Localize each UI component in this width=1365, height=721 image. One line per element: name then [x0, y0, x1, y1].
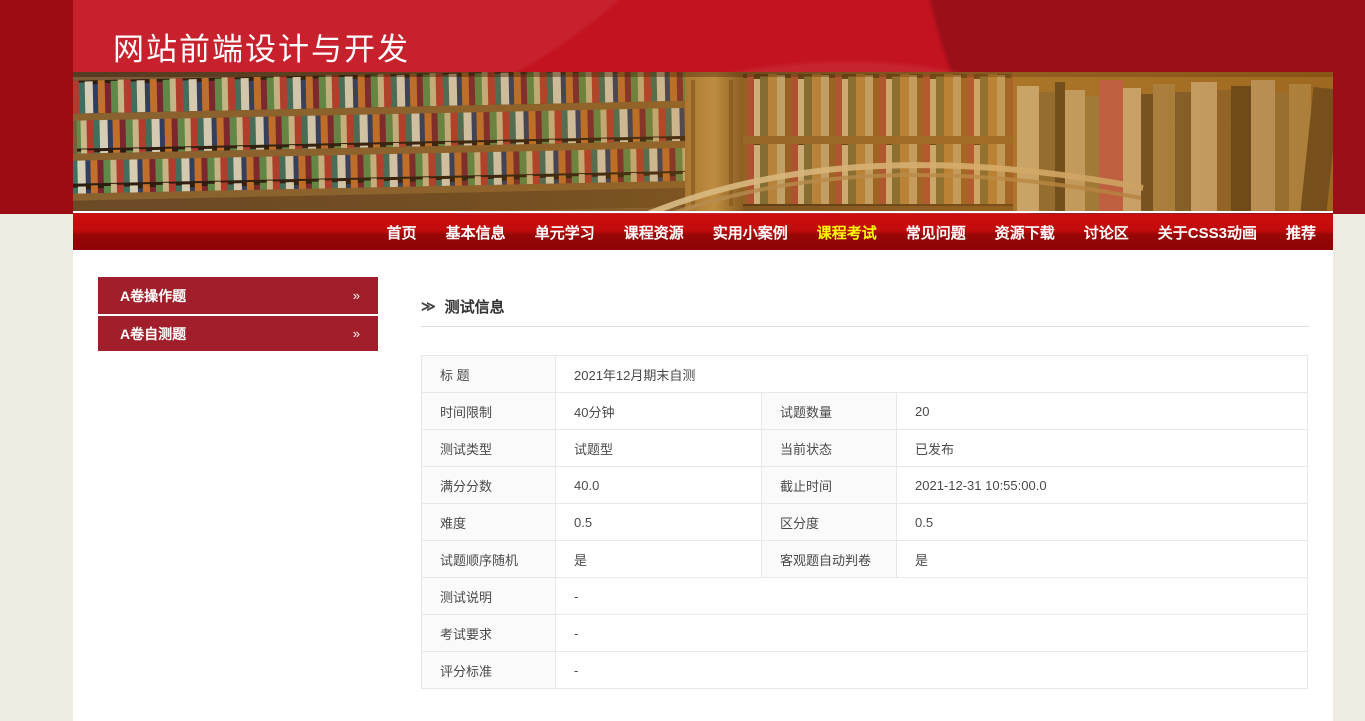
field-label-cell: 标 题: [422, 356, 556, 393]
field-value-cell: 2021-12-31 10:55:00.0: [897, 467, 1308, 504]
section-title-text: 测试信息: [445, 296, 505, 317]
sidebar-item-a-paper-selftest[interactable]: A卷自测题 »: [98, 314, 378, 351]
field-label-cell: 截止时间: [762, 467, 897, 504]
double-chevron-icon: »: [353, 288, 358, 303]
sidebar-item-label: A卷自测题: [120, 324, 186, 344]
field-label-cell: 当前状态: [762, 430, 897, 467]
field-value-cell: 40分钟: [556, 393, 762, 430]
table-row: 考试要求 -: [422, 615, 1308, 652]
site-title: 网站前端设计与开发: [113, 24, 410, 69]
field-value-cell: 0.5: [556, 504, 762, 541]
test-info-table: 标 题 2021年12月期末自测 时间限制 40分钟 试题数量 20 测试类型 …: [421, 355, 1308, 689]
table-row: 满分分数 40.0 截止时间 2021-12-31 10:55:00.0: [422, 467, 1308, 504]
field-value-cell: 40.0: [556, 467, 762, 504]
nav-item-course-exam[interactable]: 课程考试: [817, 222, 877, 243]
field-value-cell: 是: [897, 541, 1308, 578]
field-label-cell: 测试类型: [422, 430, 556, 467]
field-label-cell: 客观题自动判卷: [762, 541, 897, 578]
main-content-area: A卷操作题 » A卷自测题 » ≫ 测试信息 标 题 2021年12月期末自测 …: [73, 250, 1333, 721]
field-value-cell: 0.5: [897, 504, 1308, 541]
nav-item-recommend[interactable]: 推荐: [1286, 222, 1316, 243]
field-label-cell: 考试要求: [422, 615, 556, 652]
double-chevron-icon: »: [353, 326, 358, 341]
field-label-cell: 时间限制: [422, 393, 556, 430]
sidebar-item-label: A卷操作题: [120, 286, 186, 306]
table-row: 时间限制 40分钟 试题数量 20: [422, 393, 1308, 430]
field-label-cell: 评分标准: [422, 652, 556, 689]
table-row: 测试类型 试题型 当前状态 已发布: [422, 430, 1308, 467]
field-label-cell: 试题顺序随机: [422, 541, 556, 578]
field-value-cell: -: [556, 615, 1308, 652]
left-red-strip: [0, 0, 73, 214]
section-marker-icon: ≫: [421, 298, 436, 315]
nav-item-downloads[interactable]: 资源下载: [995, 222, 1055, 243]
table-row: 难度 0.5 区分度 0.5: [422, 504, 1308, 541]
field-value-cell: 已发布: [897, 430, 1308, 467]
sidebar-menu: A卷操作题 » A卷自测题 »: [98, 277, 378, 351]
field-value-cell: -: [556, 652, 1308, 689]
section-title: ≫ 测试信息: [421, 277, 1309, 317]
field-label-cell: 满分分数: [422, 467, 556, 504]
nav-item-basic-info[interactable]: 基本信息: [446, 222, 506, 243]
field-label-cell: 难度: [422, 504, 556, 541]
table-row: 试题顺序随机 是 客观题自动判卷 是: [422, 541, 1308, 578]
banner-image: [73, 72, 1333, 213]
nav-item-forum[interactable]: 讨论区: [1084, 222, 1129, 243]
table-row: 评分标准 -: [422, 652, 1308, 689]
test-info-section: ≫ 测试信息 标 题 2021年12月期末自测 时间限制 40分钟 试题数量 2…: [421, 277, 1309, 689]
sidebar-item-a-paper-operation[interactable]: A卷操作题 »: [98, 277, 378, 314]
nav-item-css3-anim[interactable]: 关于CSS3动画: [1158, 222, 1257, 243]
table-row: 测试说明 -: [422, 578, 1308, 615]
main-navigation: 首页 基本信息 单元学习 课程资源 实用小案例 课程考试 常见问题 资源下载 讨…: [73, 214, 1333, 250]
table-row: 标 题 2021年12月期末自测: [422, 356, 1308, 393]
page-header: 网站前端设计与开发: [0, 0, 1365, 214]
field-label-cell: 试题数量: [762, 393, 897, 430]
section-divider: [421, 326, 1309, 327]
field-value-cell: 是: [556, 541, 762, 578]
field-value-cell: 20: [897, 393, 1308, 430]
library-banner-graphic: [73, 72, 1333, 213]
nav-item-faq[interactable]: 常见问题: [906, 222, 966, 243]
field-label-cell: 区分度: [762, 504, 897, 541]
nav-item-home[interactable]: 首页: [387, 222, 417, 243]
field-label-cell: 测试说明: [422, 578, 556, 615]
nav-item-cases[interactable]: 实用小案例: [713, 222, 788, 243]
nav-item-resources[interactable]: 课程资源: [624, 222, 684, 243]
field-value-cell: 2021年12月期末自测: [556, 356, 1308, 393]
field-value-cell: -: [556, 578, 1308, 615]
nav-item-unit-study[interactable]: 单元学习: [535, 222, 595, 243]
field-value-cell: 试题型: [556, 430, 762, 467]
